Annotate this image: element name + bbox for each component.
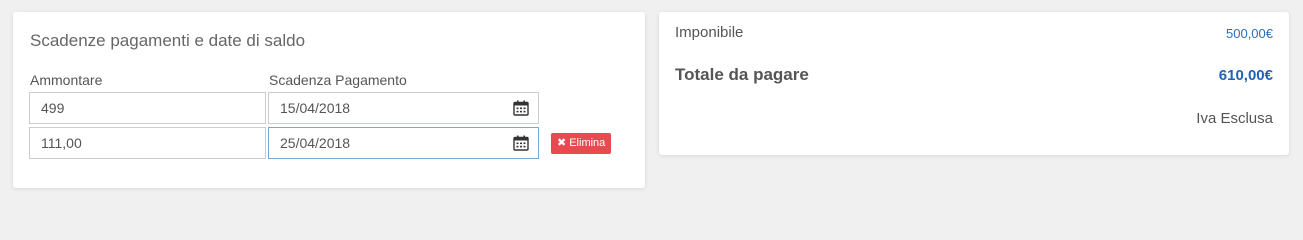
payment-deadlines-card: Scadenze pagamenti e date di saldo Ammon… xyxy=(13,12,645,188)
delete-button-label: Elimina xyxy=(569,137,606,149)
payment-deadlines-title: Scadenze pagamenti e date di saldo xyxy=(30,31,306,50)
total-due-value: 610,00€ xyxy=(1218,67,1273,84)
taxable-amount-value: 500,00€ xyxy=(1226,26,1273,41)
times-icon: ✖ xyxy=(557,137,567,149)
due-date-input-1[interactable] xyxy=(269,93,500,123)
calendar-icon[interactable] xyxy=(513,100,529,116)
due-date-column-label: Scadenza Pagamento xyxy=(269,72,407,88)
totals-summary-card: Imponibile 500,00€ Totale da pagare 610,… xyxy=(659,12,1289,155)
due-date-field-1 xyxy=(268,92,539,124)
due-date-input-2[interactable] xyxy=(269,128,500,158)
due-date-field-2 xyxy=(268,127,539,159)
total-due-label: Totale da pagare xyxy=(675,65,809,84)
amount-column-label: Ammontare xyxy=(30,72,103,88)
amount-input-1[interactable] xyxy=(29,92,266,124)
amount-input-2[interactable] xyxy=(29,127,266,159)
vat-excluded-note: Iva Esclusa xyxy=(1196,110,1273,127)
delete-row-button[interactable]: ✖ Elimina xyxy=(551,133,612,154)
taxable-amount-label: Imponibile xyxy=(675,24,744,41)
calendar-icon[interactable] xyxy=(513,135,529,151)
